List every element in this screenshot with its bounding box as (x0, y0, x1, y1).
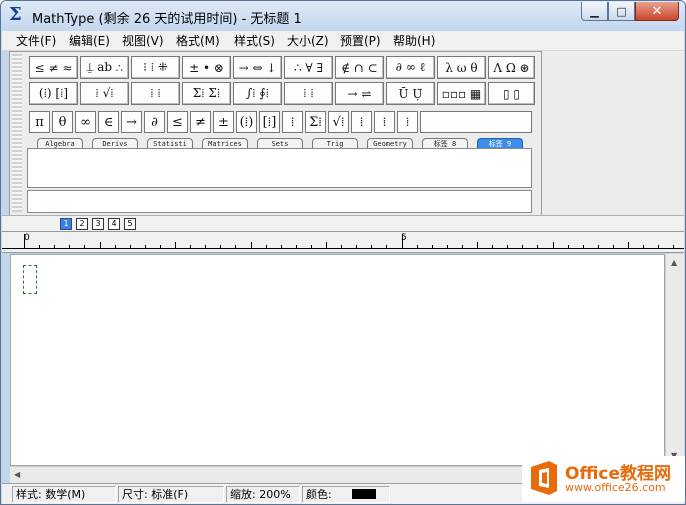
vertical-scrollbar[interactable]: ▲ ▼ (665, 254, 684, 466)
symbol-partial-button[interactable]: ∂ (144, 111, 165, 133)
boxes-palette-button[interactable]: ▯ ▯ (488, 82, 535, 105)
symbol-theta-button[interactable]: θ (52, 111, 73, 133)
symbol-neq-button[interactable]: ≠ (190, 111, 211, 133)
maximize-icon: □ (616, 4, 627, 18)
ruler[interactable]: 0 5 (2, 231, 684, 253)
title-bar[interactable]: Σ MathType (剩余 26 天的试用时间) - 无标题 1 ▁ □ ✕ (1, 1, 685, 31)
status-color-label: 颜色: (306, 488, 332, 501)
symbol-infinity-button[interactable]: ∞ (75, 111, 96, 133)
scripts-palette-button[interactable]: ⁞ ⁞ (131, 82, 180, 105)
fractions-radicals-palette-button[interactable]: ⁞ √⁞ (80, 82, 129, 105)
watermark-url: www.office26.com (565, 481, 666, 494)
status-color: 颜色: (302, 486, 390, 503)
template-subsup-button[interactable]: ⁞ (397, 111, 418, 133)
relations-palette-button[interactable]: ≤ ≠ ≈ (29, 56, 78, 79)
color-swatch (352, 489, 376, 499)
status-size: 尺寸: 标准(F) (118, 486, 224, 503)
menu-file[interactable]: 文件(F) (16, 33, 56, 49)
products-palette-button[interactable]: Ū Ụ̈ (386, 82, 435, 105)
symbol-palette: ≤ ≠ ≈ ⍊ ab ∴ ⁝ ⁞ ⁜ ± • ⊗ → ⇔ ↓ ∴ ∀ ∃ ∉ ∩… (9, 51, 542, 216)
small-bar-empty-slot (420, 111, 532, 133)
template-parens-button[interactable]: (⁞) (236, 111, 257, 133)
integrals-palette-button[interactable]: ∫⁞ ∮⁞ (233, 82, 282, 105)
size-button-3[interactable]: 3 (92, 218, 104, 230)
bars-palette-button[interactable]: ⁞ ⁞ (284, 82, 333, 105)
symbol-pm-button[interactable]: ± (213, 111, 234, 133)
ruler-label-5: 5 (401, 233, 407, 243)
size-button-5[interactable]: 5 (124, 218, 136, 230)
menu-size[interactable]: 大小(Z) (287, 33, 329, 49)
matrices-palette-button[interactable]: ▫▫▫ ▦ (437, 82, 486, 105)
greek-upper-palette-button[interactable]: Λ Ω ⊛ (488, 56, 535, 79)
symbol-element-button[interactable]: ∈ (98, 111, 119, 133)
mathtype-sigma-icon: Σ (9, 4, 22, 25)
symbol-arrow-button[interactable]: → (121, 111, 142, 133)
template-superscript-button[interactable]: ⁞ (351, 111, 372, 133)
template-sqrt-button[interactable]: √⁞ (328, 111, 349, 133)
labeled-arrows-palette-button[interactable]: → ⇌ (335, 82, 384, 105)
size-button-4[interactable]: 4 (108, 218, 120, 230)
menu-bar: 文件(F) 编辑(E) 视图(V) 格式(M) 样式(S) 大小(Z) 预置(P… (2, 31, 684, 51)
status-zoom: 缩放: 200% (226, 486, 300, 503)
size-button-1[interactable]: 1 (60, 218, 72, 230)
menu-format[interactable]: 格式(M) (176, 33, 220, 49)
close-button[interactable]: ✕ (635, 2, 679, 21)
arrows-palette-button[interactable]: → ⇔ ↓ (233, 56, 282, 79)
insertion-slot[interactable] (23, 265, 37, 294)
template-subscript-button[interactable]: ⁞ (374, 111, 395, 133)
template-sum-button[interactable]: Σ⁞ (305, 111, 326, 133)
mathtype-window: Σ MathType (剩余 26 天的试用时间) - 无标题 1 ▁ □ ✕ … (0, 0, 686, 505)
menu-edit[interactable]: 编辑(E) (69, 33, 110, 49)
set-theory-palette-button[interactable]: ∉ ∩ ⊂ (335, 56, 384, 79)
scroll-left-icon[interactable]: ◀ (14, 470, 20, 479)
tab-content-area[interactable] (27, 148, 532, 188)
menu-style[interactable]: 样式(S) (234, 33, 275, 49)
logic-palette-button[interactable]: ∴ ∀ ∃ (284, 56, 333, 79)
menu-help[interactable]: 帮助(H) (393, 33, 435, 49)
tab-content-area-lower[interactable] (27, 190, 532, 213)
minimize-icon: ▁ (590, 4, 599, 18)
palette-empty-region (542, 51, 684, 216)
misc-symbols-palette-button[interactable]: ∂ ∞ ℓ (386, 56, 435, 79)
close-icon: ✕ (651, 3, 663, 19)
symbol-leq-button[interactable]: ≤ (167, 111, 188, 133)
menu-preferences[interactable]: 预置(P) (340, 33, 381, 49)
greek-lower-palette-button[interactable]: λ ω θ (437, 56, 486, 79)
spaces-ellipses-palette-button[interactable]: ⍊ ab ∴ (80, 56, 129, 79)
template-fraction-button[interactable]: ⁞ (282, 111, 303, 133)
template-brackets-button[interactable]: [⁞] (259, 111, 280, 133)
scroll-up-icon[interactable]: ▲ (671, 258, 677, 267)
office26-watermark: Office教程网 www.office26.com (522, 456, 685, 502)
size-button-2[interactable]: 2 (76, 218, 88, 230)
window-title: MathType (剩余 26 天的试用时间) - 无标题 1 (32, 12, 302, 27)
size-toolbar: 1 2 3 4 5 (2, 215, 684, 231)
minimize-button[interactable]: ▁ (581, 2, 608, 21)
office-logo-icon (531, 461, 557, 495)
maximize-button[interactable]: □ (608, 2, 635, 21)
status-style: 样式: 数学(M) (12, 486, 116, 503)
symbol-pi-button[interactable]: π (29, 111, 50, 133)
fences-palette-button[interactable]: (⁞) [⁞] (29, 82, 78, 105)
ruler-label-0: 0 (24, 233, 30, 243)
operators-palette-button[interactable]: ± • ⊗ (182, 56, 231, 79)
ruler-ticks (2, 234, 684, 249)
equation-editor-area[interactable] (10, 254, 665, 466)
menu-view[interactable]: 视图(V) (122, 33, 164, 49)
embellishments-palette-button[interactable]: ⁝ ⁞ ⁜ (131, 56, 180, 79)
palette-grip[interactable] (12, 54, 22, 212)
summation-palette-button[interactable]: Σ⁞ Σ⁞ (182, 82, 231, 105)
